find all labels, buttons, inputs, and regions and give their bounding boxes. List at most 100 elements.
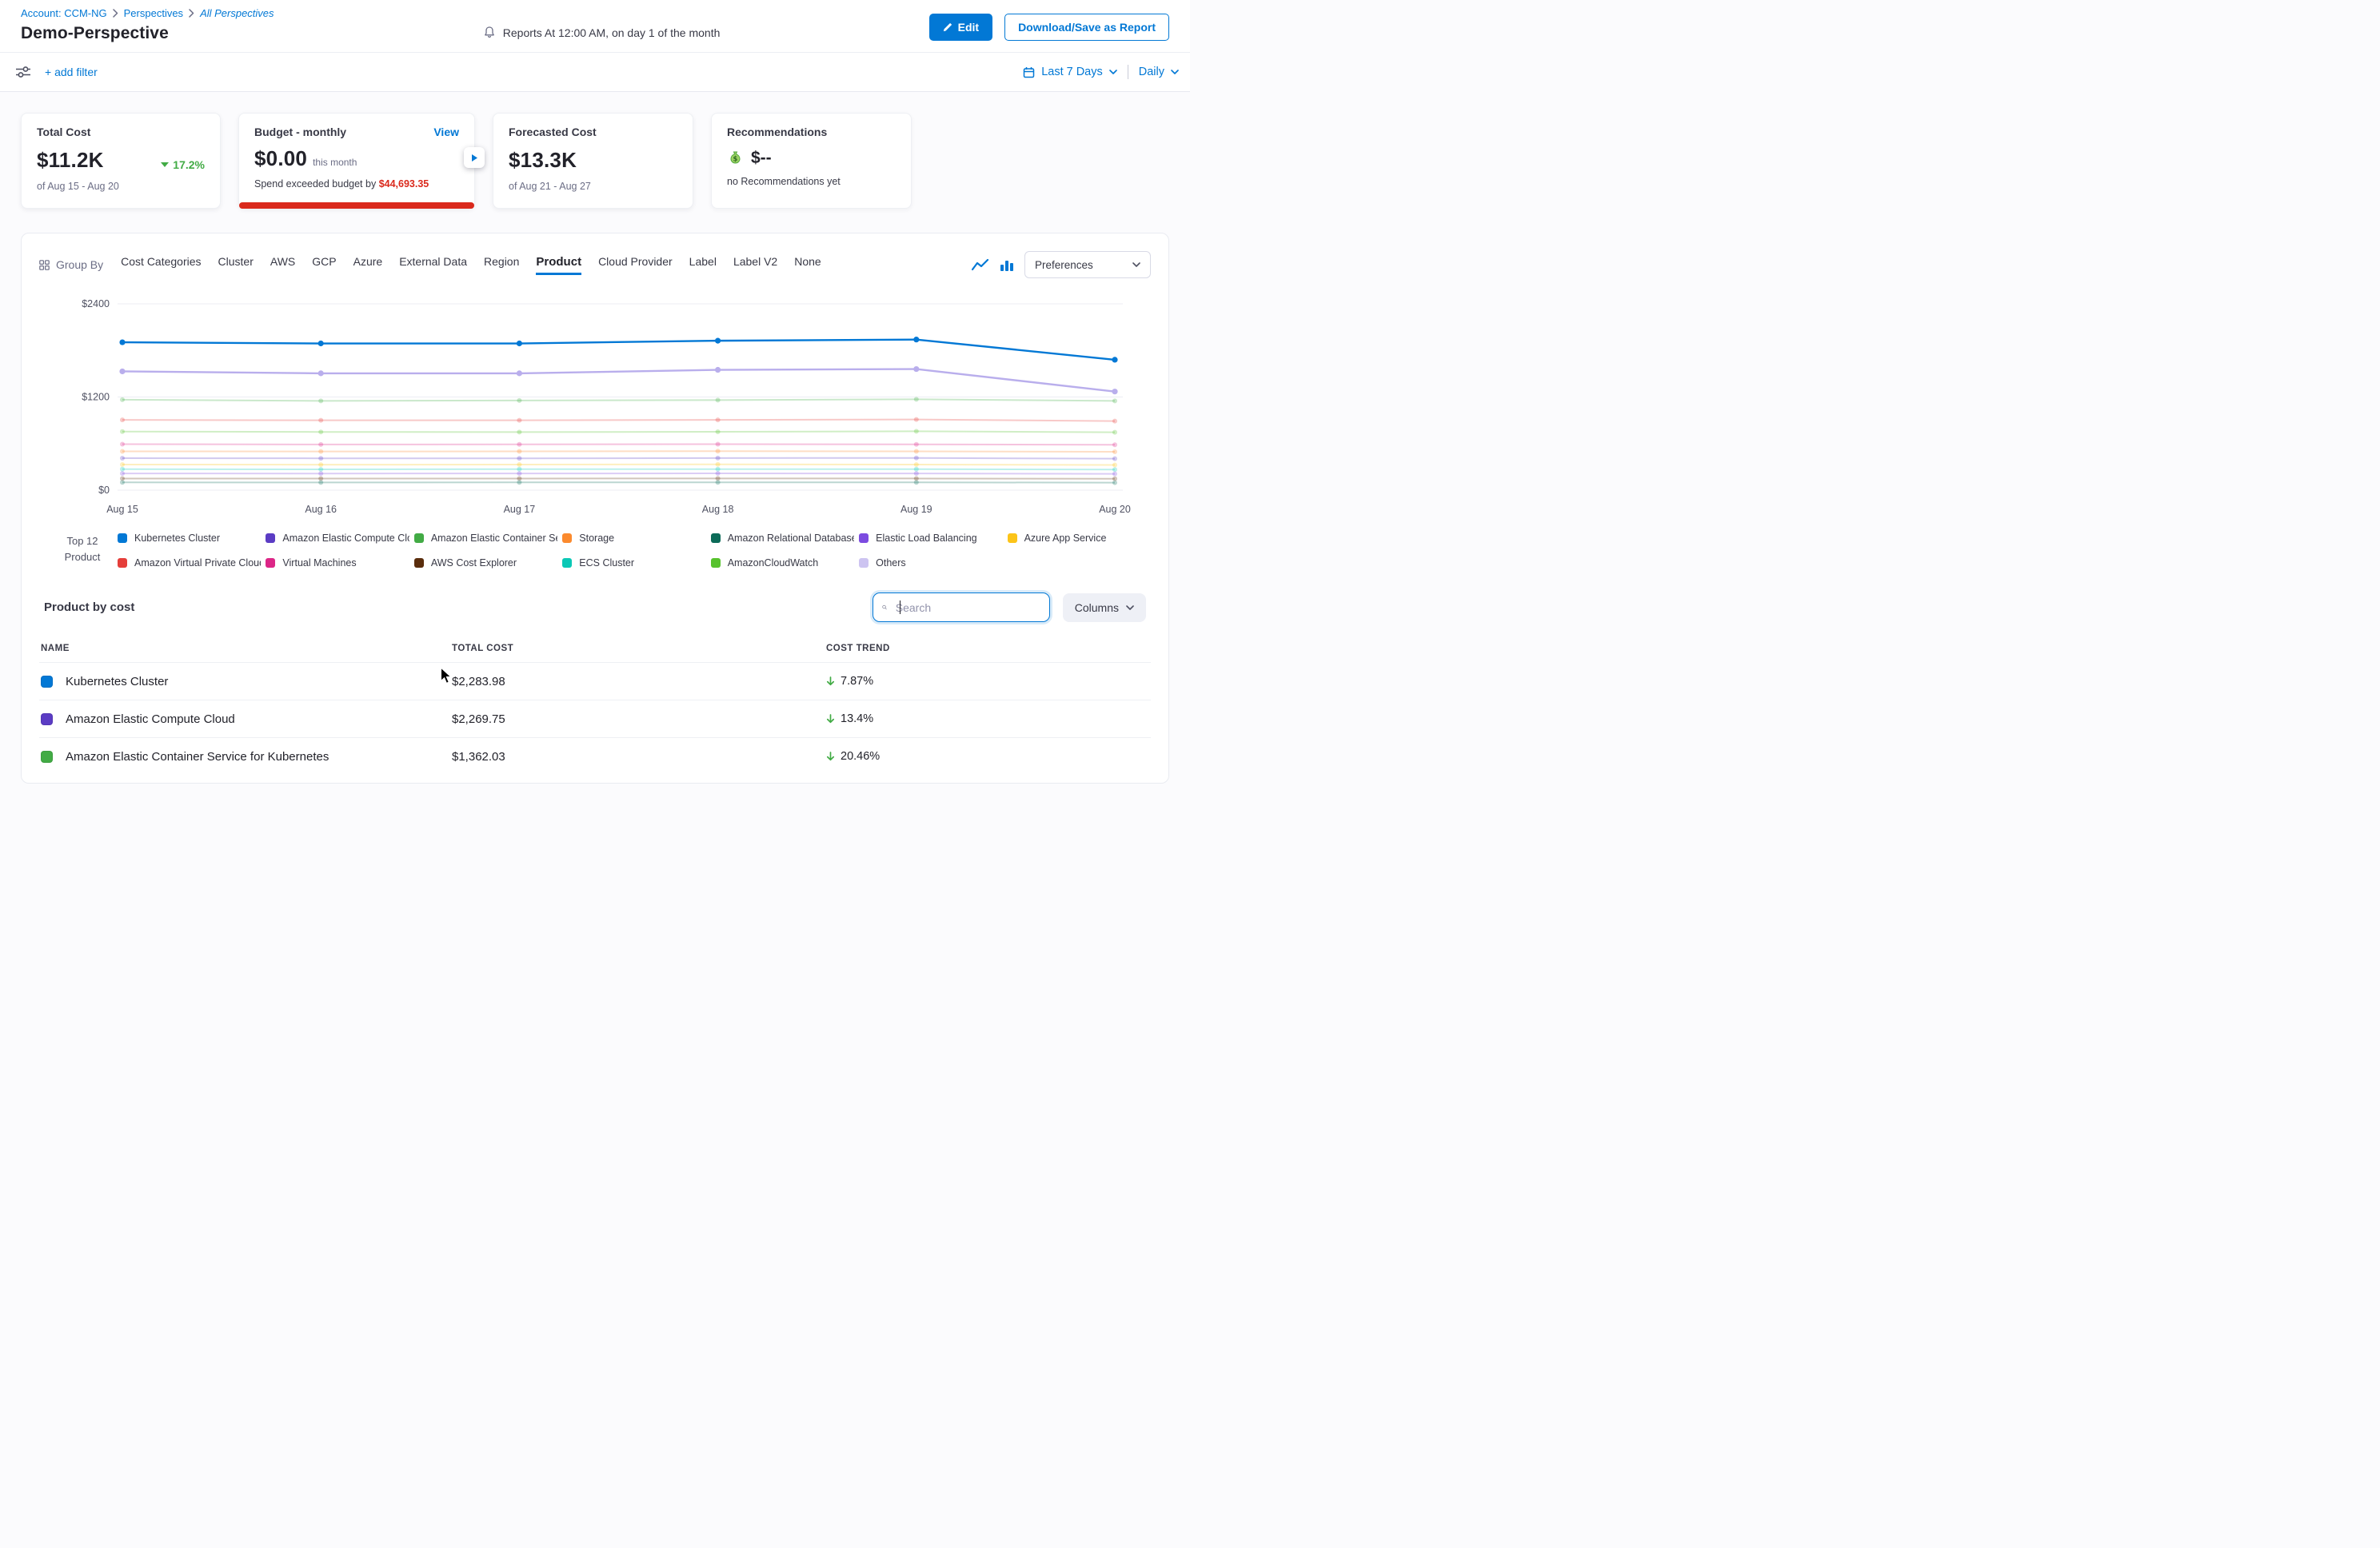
arrow-down-icon: [826, 714, 835, 724]
legend-label: Amazon Elastic Compute Clo...: [282, 533, 409, 544]
forecasted-cost-period: of Aug 21 - Aug 27: [509, 181, 677, 192]
series-color-chip: [41, 713, 53, 725]
grid-icon: [39, 260, 50, 270]
legend-title-line1: Top 12: [47, 533, 118, 549]
bar-chart-toggle[interactable]: [1000, 258, 1014, 272]
budget-exceeded-amount: $44,693.35: [379, 178, 429, 190]
table-body: Kubernetes Cluster $2,283.98 7.87% Amazo…: [39, 662, 1151, 775]
download-save-report-button[interactable]: Download/Save as Report: [1004, 14, 1169, 41]
svg-text:$: $: [733, 156, 738, 164]
group-by-tab-label-v2[interactable]: Label V2: [733, 255, 777, 272]
product-cost-table: NAME TOTAL COST COST TREND Kubernetes Cl…: [39, 635, 1151, 775]
svg-text:Aug 19: Aug 19: [900, 504, 932, 515]
row-cost-trend: 20.46%: [826, 750, 1149, 763]
budget-view-link[interactable]: View: [433, 126, 459, 138]
svg-text:Aug 18: Aug 18: [702, 504, 734, 515]
legend-item[interactable]: Amazon Virtual Private Cloud: [118, 557, 261, 569]
breadcrumb-all-perspectives[interactable]: All Perspectives: [200, 7, 274, 19]
row-cost-trend: 7.87%: [826, 675, 1149, 688]
series-color-chip: [41, 751, 53, 763]
table-row[interactable]: Amazon Elastic Compute Cloud $2,269.75 1…: [39, 700, 1151, 737]
group-by-tab-gcp[interactable]: GCP: [312, 255, 336, 272]
search-box: [873, 592, 1050, 622]
preferences-dropdown[interactable]: Preferences: [1024, 251, 1151, 278]
budget-card: Budget - monthly View $0.00 this month S…: [238, 113, 475, 209]
legend-item[interactable]: Amazon Elastic Compute Clo...: [266, 533, 409, 544]
group-by-tab-none[interactable]: None: [794, 255, 821, 272]
legend-label: AmazonCloudWatch: [728, 557, 818, 569]
legend-swatch: [711, 558, 721, 568]
forecasted-cost-value: $13.3K: [509, 148, 577, 173]
legend-item[interactable]: Others: [859, 557, 1002, 569]
search-input[interactable]: [893, 601, 1040, 614]
breadcrumb-account[interactable]: Account: CCM-NG: [21, 7, 107, 19]
recommendations-card: Recommendations $ $-- no Recommendations…: [711, 113, 912, 209]
group-by-tab-cluster[interactable]: Cluster: [218, 255, 254, 272]
group-by-tab-label[interactable]: Label: [689, 255, 717, 272]
page-title: Demo-Perspective: [21, 24, 274, 43]
legend-swatch: [266, 558, 275, 568]
report-schedule-text: Reports At 12:00 AM, on day 1 of the mon…: [503, 26, 721, 39]
text-caret: [900, 600, 901, 614]
legend-item[interactable]: Storage: [562, 533, 705, 544]
budget-value-suffix: this month: [313, 157, 357, 168]
line-chart-toggle[interactable]: [972, 258, 989, 272]
group-by-tab-aws[interactable]: AWS: [270, 255, 295, 272]
legend-item[interactable]: Elastic Load Balancing: [859, 533, 1002, 544]
group-by-label-wrap: Group By: [39, 258, 103, 271]
legend-swatch: [118, 558, 127, 568]
group-by-tab-azure[interactable]: Azure: [353, 255, 383, 272]
legend-swatch: [562, 533, 572, 543]
legend-swatch: [414, 533, 424, 543]
legend-item[interactable]: AmazonCloudWatch: [711, 557, 854, 569]
budget-exceeded-prefix: Spend exceeded budget by: [254, 178, 379, 190]
legend-label: Others: [876, 557, 906, 569]
legend-item[interactable]: Azure App Service: [1008, 533, 1151, 544]
filter-settings-icon[interactable]: [16, 66, 30, 78]
svg-text:$1200: $1200: [82, 392, 110, 403]
legend-swatch: [118, 533, 127, 543]
table-header-row: NAME TOTAL COST COST TREND: [39, 635, 1151, 662]
svg-text:Aug 16: Aug 16: [305, 504, 337, 515]
table-row[interactable]: Kubernetes Cluster $2,283.98 7.87%: [39, 662, 1151, 700]
recommendations-label: Recommendations: [727, 126, 896, 138]
legend-item[interactable]: ECS Cluster: [562, 557, 705, 569]
group-by-tab-cloud-provider[interactable]: Cloud Provider: [598, 255, 673, 272]
legend-item[interactable]: Kubernetes Cluster: [118, 533, 261, 544]
budget-expand-button[interactable]: [464, 147, 485, 168]
group-by-tab-cost-categories[interactable]: Cost Categories: [121, 255, 201, 272]
cost-trend-chart[interactable]: $0$1200$2400Aug 15Aug 16Aug 17Aug 18Aug …: [39, 289, 1151, 525]
line-chart-icon: [972, 258, 989, 272]
group-by-tab-region[interactable]: Region: [484, 255, 519, 272]
table-toolbar: Product by cost Columns: [39, 592, 1151, 622]
date-range-selector[interactable]: Last 7 Days: [1023, 66, 1117, 78]
group-by-tab-product[interactable]: Product: [536, 255, 581, 275]
recommendations-value: $--: [751, 149, 772, 168]
svg-text:$2400: $2400: [82, 298, 110, 309]
legend-item[interactable]: Amazon Relational Database ...: [711, 533, 854, 544]
preferences-label: Preferences: [1035, 259, 1093, 271]
group-by-tab-external-data[interactable]: External Data: [399, 255, 467, 272]
row-total-cost: $2,269.75: [452, 712, 826, 726]
svg-text:Aug 17: Aug 17: [504, 504, 536, 515]
row-product-name: Kubernetes Cluster: [66, 675, 168, 688]
legend-item[interactable]: AWS Cost Explorer: [414, 557, 557, 569]
calendar-icon: [1023, 66, 1035, 78]
add-filter-button[interactable]: + add filter: [45, 66, 98, 78]
legend-label: Kubernetes Cluster: [134, 533, 220, 544]
columns-dropdown[interactable]: Columns: [1063, 593, 1146, 622]
breadcrumb-perspectives[interactable]: Perspectives: [124, 7, 183, 19]
edit-button[interactable]: Edit: [929, 14, 992, 41]
legend-swatch: [859, 533, 869, 543]
table-row[interactable]: Amazon Elastic Container Service for Kub…: [39, 737, 1151, 775]
row-total-cost: $2,283.98: [452, 675, 826, 688]
legend-item[interactable]: Amazon Elastic Container Se...: [414, 533, 557, 544]
pencil-icon: [943, 22, 952, 32]
row-trend-value: 20.46%: [841, 750, 880, 763]
legend-item[interactable]: Virtual Machines: [266, 557, 409, 569]
granularity-selector[interactable]: Daily: [1139, 66, 1179, 78]
breadcrumb: Account: CCM-NG Perspectives All Perspec…: [21, 7, 274, 19]
row-cost-trend: 13.4%: [826, 712, 1149, 725]
chevron-down-icon: [1132, 262, 1140, 267]
summary-cards: Total Cost $11.2K 17.2% of Aug 15 - Aug …: [0, 92, 1190, 209]
